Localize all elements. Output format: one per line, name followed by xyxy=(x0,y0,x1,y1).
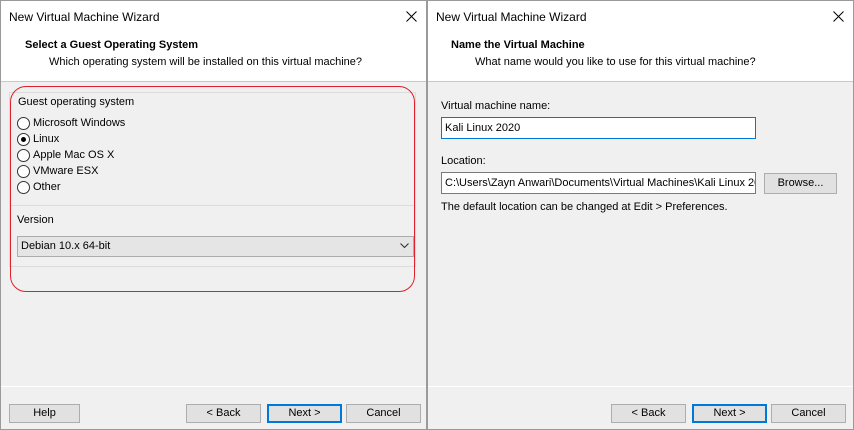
close-icon xyxy=(833,11,844,22)
close-button[interactable] xyxy=(823,1,853,32)
wizard-header: Select a Guest Operating System Which op… xyxy=(1,32,426,82)
browse-button[interactable]: Browse... xyxy=(764,173,837,194)
page-title: Name the Virtual Machine xyxy=(451,39,585,51)
next-button[interactable]: Next > xyxy=(692,404,767,423)
radio-label: Other xyxy=(33,181,61,193)
wizard-dialog-left: New Virtual Machine Wizard Select a Gues… xyxy=(0,0,427,430)
button-bar-separator xyxy=(1,386,426,387)
version-label: Version xyxy=(17,214,54,226)
back-button[interactable]: < Back xyxy=(186,404,261,423)
radio-label: VMware ESX xyxy=(33,165,99,177)
radio-button[interactable] xyxy=(17,149,30,162)
version-selected-value: Debian 10.x 64-bit xyxy=(21,240,111,252)
button-bar-separator xyxy=(428,386,853,387)
page-title: Select a Guest Operating System xyxy=(25,39,199,51)
radio-button[interactable] xyxy=(17,181,30,194)
next-button[interactable]: Next > xyxy=(267,404,342,423)
version-dropdown[interactable]: Debian 10.x 64-bit xyxy=(17,236,414,257)
window-title: New Virtual Machine Wizard xyxy=(436,10,587,24)
radio-button-selected[interactable] xyxy=(17,133,30,146)
wizard-dialog-right: New Virtual Machine Wizard Name the Virt… xyxy=(427,0,854,430)
guest-os-group-label: Guest operating system xyxy=(17,96,136,108)
guest-os-groupbox: Guest operating system Microsoft Windows… xyxy=(9,92,416,267)
title-bar: New Virtual Machine Wizard xyxy=(1,1,426,32)
back-button[interactable]: < Back xyxy=(611,404,686,423)
page-subtitle: Which operating system will be installed… xyxy=(49,56,363,68)
close-button[interactable] xyxy=(396,1,426,32)
help-button[interactable]: Help xyxy=(9,404,80,423)
location-hint: The default location can be changed at E… xyxy=(441,201,728,213)
cancel-button[interactable]: Cancel xyxy=(771,404,846,423)
cancel-button[interactable]: Cancel xyxy=(346,404,421,423)
radio-label: Apple Mac OS X xyxy=(33,149,115,161)
radio-label: Linux xyxy=(33,133,60,145)
close-icon xyxy=(406,11,417,22)
vm-name-label: Virtual machine name: xyxy=(441,100,551,112)
vm-name-input[interactable]: Kali Linux 2020 xyxy=(441,117,756,139)
page-subtitle: What name would you like to use for this… xyxy=(475,56,756,68)
wizard-header: Name the Virtual Machine What name would… xyxy=(428,32,853,82)
window-title: New Virtual Machine Wizard xyxy=(9,10,160,24)
location-input[interactable]: C:\Users\Zayn Anwari\Documents\Virtual M… xyxy=(441,172,756,194)
group-divider xyxy=(10,205,415,206)
location-label: Location: xyxy=(441,155,486,167)
radio-button[interactable] xyxy=(17,117,30,130)
radio-button[interactable] xyxy=(17,165,30,178)
chevron-down-icon xyxy=(400,243,409,249)
title-bar: New Virtual Machine Wizard xyxy=(428,1,853,32)
radio-label: Microsoft Windows xyxy=(33,117,126,129)
